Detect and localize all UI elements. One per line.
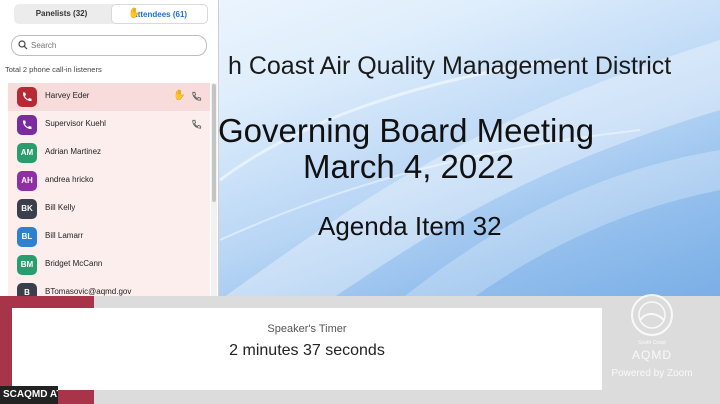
attendee-list: Harvey Eder ✋ Supervisor Kuehl AM Adrian…	[8, 83, 210, 296]
phone-icon	[22, 120, 32, 130]
attendee-row[interactable]: AM Adrian Martinez	[8, 139, 210, 167]
avatar: AH	[17, 171, 37, 191]
avatar: BL	[17, 227, 37, 247]
speaker-name-tag: SCAQMD AT	[0, 386, 58, 404]
aqmd-zoom-watermark: South Coast AQMD Powered by Zoom	[604, 290, 700, 390]
attendee-row[interactable]: BM Bridget McCann	[8, 251, 210, 279]
raised-hand-icon: ✋	[128, 8, 141, 19]
timer-value: 2 minutes 37 seconds	[229, 342, 385, 359]
aqmd-logo-icon	[631, 294, 673, 336]
phone-icon	[192, 119, 202, 129]
avatar: B	[17, 283, 37, 296]
avatar: BK	[17, 199, 37, 219]
phone-icon	[192, 91, 202, 101]
attendee-name: andrea hricko	[45, 175, 94, 184]
scrollbar-thumb[interactable]	[212, 84, 216, 202]
attendee-row[interactable]: BK Bill Kelly	[8, 195, 210, 223]
tab-attendees[interactable]: Attendees (61)	[111, 4, 208, 24]
attendee-row[interactable]: B BTomasovic@aqmd.gov	[8, 279, 210, 296]
slide-agenda-item: Agenda Item 32	[318, 211, 502, 241]
attendee-name: Supervisor Kuehl	[45, 119, 106, 128]
timer-label: Speaker's Timer	[267, 323, 347, 335]
attendee-name: Bill Lamarr	[45, 231, 84, 240]
attendee-name: Bill Kelly	[45, 203, 76, 212]
phone-icon	[22, 92, 32, 102]
participants-tabs: Panelists (32) Attendees (61) ✋	[14, 4, 208, 24]
phone-avatar	[17, 87, 37, 107]
raised-hand-icon[interactable]: ✋	[173, 90, 185, 101]
watermark-org: AQMD	[632, 348, 672, 362]
tab-panelists[interactable]: Panelists (32)	[14, 4, 109, 24]
attendee-name: Bridget McCann	[45, 259, 103, 268]
attendee-row[interactable]: Harvey Eder ✋	[8, 83, 210, 111]
avatar: BM	[17, 255, 37, 275]
search-input[interactable]	[31, 38, 201, 53]
attendee-name: BTomasovic@aqmd.gov	[45, 287, 132, 296]
phone-avatar	[17, 115, 37, 135]
slide-date: March 4, 2022	[303, 148, 514, 185]
speaker-timer: Speaker's Timer 2 minutes 37 seconds	[12, 308, 602, 390]
search-icon	[18, 40, 28, 50]
attendee-name: Adrian Martinez	[45, 147, 102, 156]
avatar: AM	[17, 143, 37, 163]
slide-organization: h Coast Air Quality Management District	[228, 52, 672, 80]
attendee-row[interactable]: AH andrea hricko	[8, 167, 210, 195]
attendee-name: Harvey Eder	[45, 91, 90, 100]
attendee-row[interactable]: BL Bill Lamarr	[8, 223, 210, 251]
attendee-row[interactable]: Supervisor Kuehl	[8, 111, 210, 139]
participants-panel: Panelists (32) Attendees (61) ✋ Total 2 …	[0, 0, 219, 296]
search-box[interactable]	[11, 35, 207, 56]
watermark-subtitle: South Coast	[638, 340, 666, 346]
slide-title: Governing Board Meeting	[218, 112, 595, 149]
powered-by-zoom: Powered by Zoom	[611, 368, 693, 379]
phone-callin-count: Total 2 phone call-in listeners	[5, 65, 102, 74]
